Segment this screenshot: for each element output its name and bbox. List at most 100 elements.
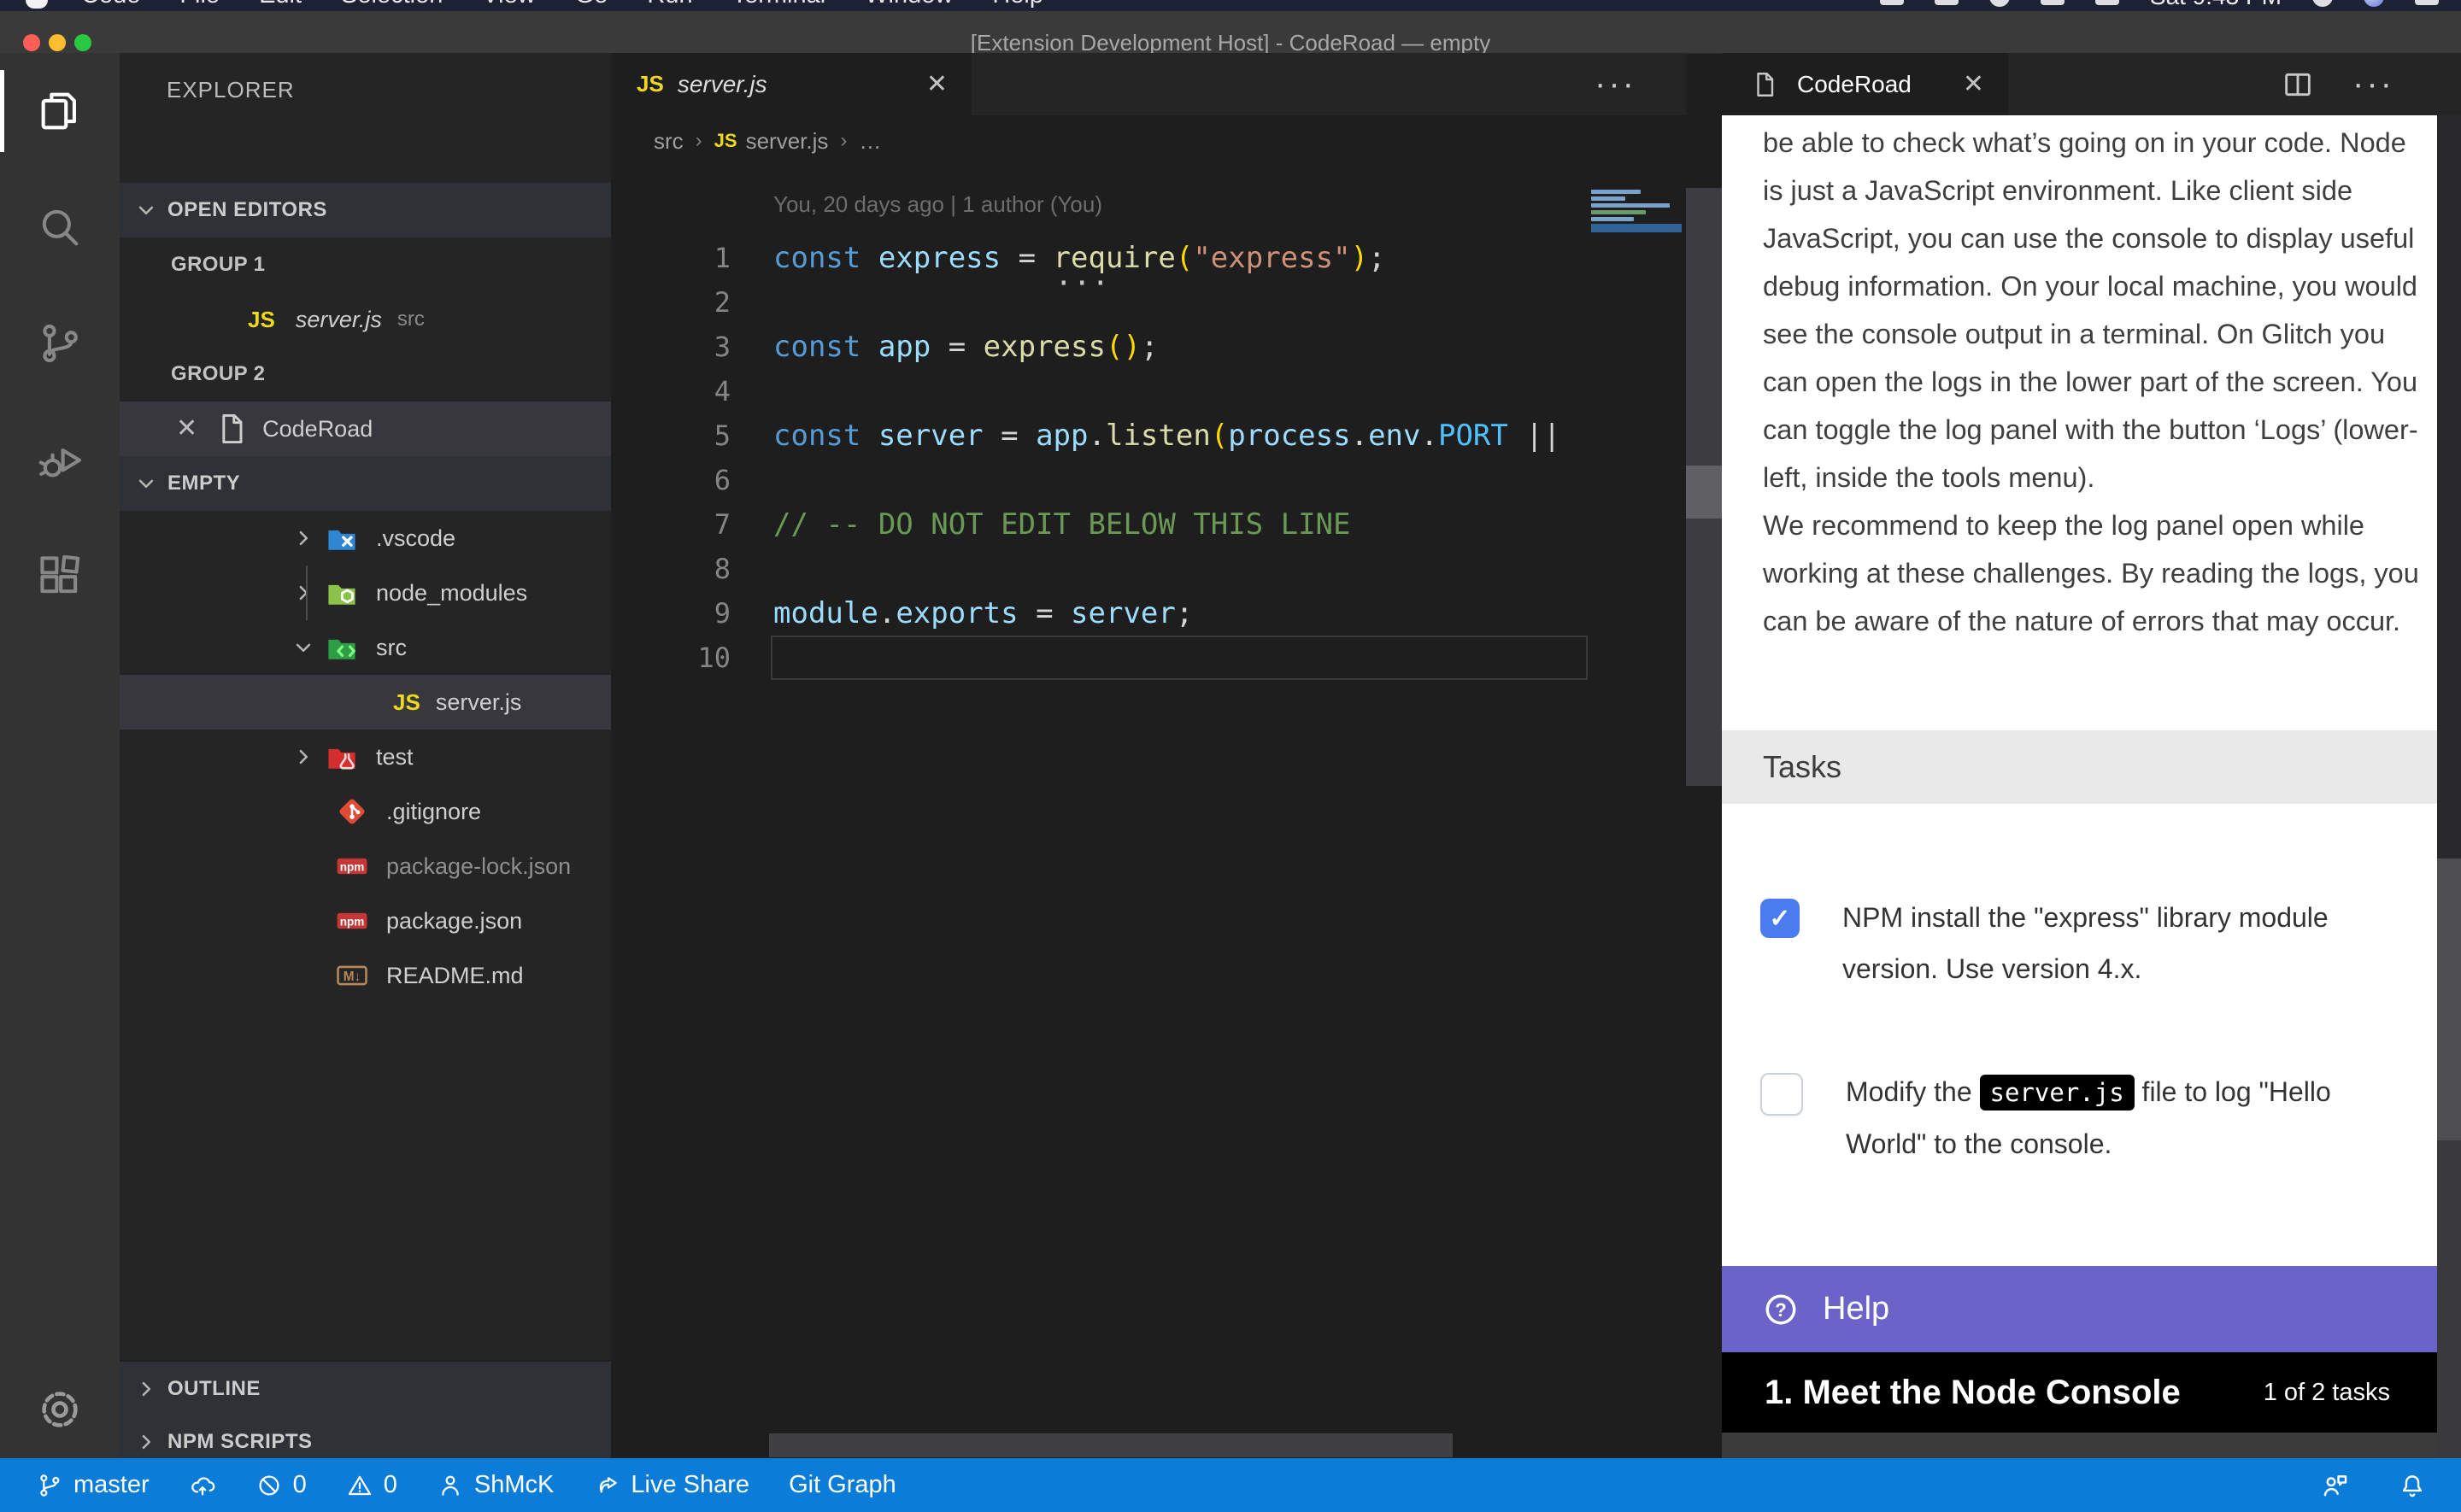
split-editor-icon[interactable]: [2281, 67, 2315, 102]
menu-status-icon[interactable]: [2041, 0, 2065, 5]
menu-status-icon[interactable]: [2095, 0, 2119, 5]
tab-coderoad[interactable]: CodeRoad ✕: [1722, 53, 2008, 115]
checkbox-unchecked[interactable]: [1760, 1073, 1803, 1116]
menu-status-icon[interactable]: [2415, 0, 2439, 5]
feedback-icon[interactable]: [2321, 1471, 2350, 1500]
statusbar-item-live-share[interactable]: Live Share: [593, 1471, 749, 1499]
tree-item[interactable]: npmpackage-lock.json: [120, 839, 611, 894]
statusbar-item-0[interactable]: 0: [255, 1471, 307, 1499]
close-tab-icon[interactable]: ✕: [1963, 69, 1984, 99]
close-icon[interactable]: ✕: [176, 416, 197, 442]
menu-item[interactable]: File: [160, 0, 239, 9]
bell-icon[interactable]: [2398, 1471, 2427, 1500]
webview-scrollbar-thumb[interactable]: [2437, 859, 2461, 1140]
menu-item[interactable]: Edit: [239, 0, 321, 9]
coderoad-webview: be able to check what’s going on in your…: [1722, 115, 2437, 1433]
menu-item[interactable]: Code: [62, 0, 160, 9]
npm-scripts-section-header[interactable]: NPM SCRIPTS: [120, 1415, 611, 1458]
lesson-progress: 1 of 2 tasks: [2264, 1379, 2390, 1407]
js-file-icon: JS: [637, 71, 664, 97]
more-actions-icon[interactable]: ···: [1595, 65, 1636, 103]
menu-item[interactable]: Selection: [321, 0, 462, 9]
tree-item[interactable]: node_modules: [120, 566, 611, 620]
folder-node-icon: [323, 574, 361, 612]
tab-serverjs[interactable]: JS server.js ✕: [611, 53, 972, 115]
statusbar-item-0[interactable]: 0: [346, 1471, 397, 1499]
help-button[interactable]: ? Help: [1722, 1266, 2437, 1352]
close-tab-icon[interactable]: ✕: [926, 69, 948, 99]
indent-guide: [306, 566, 308, 620]
tree-item[interactable]: test: [120, 730, 611, 784]
code-line[interactable]: 4: [611, 369, 1591, 413]
lesson-title: 1. Meet the Node Console: [1765, 1374, 2181, 1412]
menu-status-icon[interactable]: [1880, 0, 1904, 5]
tree-item-label: .vscode: [376, 525, 455, 552]
breadcrumb-item[interactable]: server.js: [746, 128, 829, 155]
menu-item[interactable]: Go: [555, 0, 628, 9]
menu-status-icon[interactable]: [2312, 0, 2333, 7]
horizontal-scrollbar-thumb[interactable]: [769, 1433, 1453, 1457]
open-editor-item-coderoad[interactable]: ✕ CodeRoad: [120, 401, 611, 456]
workspace-section-header[interactable]: EMPTY: [120, 456, 611, 511]
activity-bar: [0, 53, 120, 1458]
tree-item[interactable]: JSserver.js: [120, 675, 611, 730]
status-bar: master 0 0 ShMcK Live Share Git Graph: [0, 1458, 2461, 1512]
menu-item[interactable]: View: [462, 0, 555, 9]
menu-status-icon[interactable]: [1935, 0, 1959, 5]
os-menu-items: CodeFileEditSelectionViewGoRunTerminalWi…: [26, 0, 1063, 9]
svg-text:M↓: M↓: [344, 970, 361, 984]
breadcrumb-item[interactable]: …: [859, 128, 881, 155]
folder-vscode-icon: [323, 519, 361, 557]
extensions-icon[interactable]: [0, 518, 120, 634]
statusbar-item-cloud-upload[interactable]: [189, 1472, 216, 1499]
menu-item[interactable]: Run: [627, 0, 712, 9]
webview-scrollbar-track-lower[interactable]: [2437, 1140, 2461, 1458]
line-number: 6: [611, 464, 731, 496]
statusbar-item-master[interactable]: master: [36, 1471, 150, 1499]
statusbar-item-git-graph[interactable]: Git Graph: [789, 1471, 896, 1499]
tree-item[interactable]: .gitignore: [120, 784, 611, 839]
tree-item[interactable]: src: [120, 620, 611, 675]
files-icon[interactable]: [0, 53, 120, 169]
menu-item[interactable]: Window: [845, 0, 972, 9]
code-line[interactable]: 2: [611, 280, 1591, 325]
more-actions-icon[interactable]: ···: [2352, 65, 2394, 103]
menu-status-icon[interactable]: [2364, 0, 2384, 7]
menu-status-icon[interactable]: [1989, 0, 2010, 7]
open-editors-header[interactable]: OPEN EDITORS: [120, 183, 611, 237]
code-line[interactable]: 3const app = express();: [611, 325, 1591, 369]
gitlens-blame-annotation: You, 20 days ago | 1 author (You): [773, 191, 1102, 218]
code-line[interactable]: 1const express = require("express");: [611, 236, 1591, 280]
js-file-icon: JS: [714, 130, 737, 152]
editor-scrollbar-thumb[interactable]: [1686, 466, 1722, 519]
tree-item[interactable]: .vscode: [120, 511, 611, 566]
apple-logo[interactable]: [26, 0, 48, 9]
breadcrumb-item[interactable]: src: [654, 128, 684, 155]
tree-item[interactable]: npmpackage.json: [120, 894, 611, 948]
source-control-icon[interactable]: [0, 285, 120, 401]
statusbar-item-shmck[interactable]: ShMcK: [437, 1471, 554, 1499]
code-line[interactable]: 9module.exports = server;: [611, 591, 1591, 636]
run-debug-icon[interactable]: [0, 401, 120, 518]
code-line[interactable]: 8: [611, 547, 1591, 591]
code-editor[interactable]: 1const express = require("express");23co…: [611, 236, 1591, 680]
code-line[interactable]: 5const server = app.listen(process.env.P…: [611, 413, 1591, 458]
editor-group1-header: GROUP 1: [120, 237, 611, 292]
checkbox-checked[interactable]: ✓: [1760, 899, 1800, 938]
search-icon[interactable]: [0, 169, 120, 285]
coderoad-editor-actions: ···: [2281, 53, 2394, 115]
webview-scrollbar-track[interactable]: [2437, 115, 2461, 859]
tree-item[interactable]: M↓README.md: [120, 948, 611, 1003]
settings-gear-icon[interactable]: [0, 1385, 120, 1434]
coderoad-tab-bar: CodeRoad ✕ ···: [1722, 53, 2461, 115]
code-line[interactable]: 6: [611, 458, 1591, 502]
menu-item[interactable]: Help: [972, 0, 1063, 9]
menu-item[interactable]: Terminal: [713, 0, 846, 9]
code-line[interactable]: 7// -- DO NOT EDIT BELOW THIS LINE: [611, 502, 1591, 547]
outline-section-header[interactable]: OUTLINE: [120, 1360, 611, 1416]
breadcrumb[interactable]: src›JSserver.js›…: [611, 115, 1686, 167]
open-editor-item-serverjs[interactable]: JS server.js src: [120, 292, 611, 347]
minimap[interactable]: [1591, 190, 1682, 232]
webview-footer-strip: [1722, 1433, 2437, 1459]
code-line[interactable]: 10: [611, 636, 1591, 680]
